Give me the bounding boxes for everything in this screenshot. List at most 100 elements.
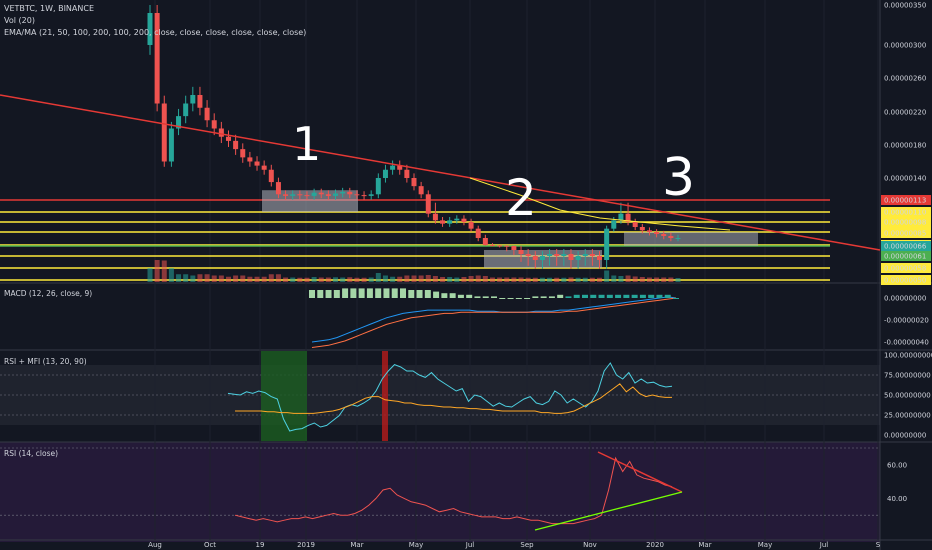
candle-body (275, 182, 281, 195)
macd-histogram-bar (408, 290, 415, 298)
macd-pane-title[interactable]: MACD (12, 26, close, 9) (4, 289, 92, 298)
candle-body (168, 128, 174, 162)
candle-body (589, 254, 595, 256)
candle-body (340, 191, 346, 194)
volume-bar (340, 277, 346, 282)
volume-bar (568, 277, 574, 282)
volume-bar (283, 277, 289, 282)
macd-histogram-bar (358, 288, 365, 298)
rsimfi-axis-label: 25.00000000 (884, 412, 931, 420)
volume-bar (411, 275, 417, 282)
macd-histogram-bar (383, 288, 390, 298)
candle-body (511, 246, 517, 250)
ema-ma-legend[interactable]: EMA/MA (21, 50, 100, 200, 100, 200, clos… (4, 28, 306, 37)
macd-histogram-bar (342, 288, 349, 298)
candle-body (525, 254, 531, 256)
candle-body (311, 192, 317, 196)
price-axis-label: 0.00000180 (884, 142, 926, 150)
volume-bar (218, 275, 224, 282)
volume-bar (261, 276, 267, 282)
annotation-number-3: 3 (662, 148, 695, 208)
volume-bar (482, 276, 488, 282)
price-axis-label: 0.00000350 (884, 2, 926, 10)
macd-histogram-bar (391, 288, 398, 298)
volume-bar (511, 277, 517, 282)
annotation-number-1: 1 (292, 117, 321, 171)
volume-bar (240, 275, 246, 282)
symbol-legend[interactable]: VETBTC, 1W, BINANCE (4, 4, 94, 13)
candle-body (497, 245, 503, 247)
macd-histogram-bar (656, 294, 663, 298)
candle-body (440, 220, 446, 224)
rsi-pane-title[interactable]: RSI (14, close) (4, 449, 58, 458)
macd-histogram-bar (457, 294, 464, 298)
volume-bar (161, 260, 167, 282)
macd-histogram-bar (590, 294, 597, 298)
volume-bar (147, 268, 153, 282)
macd-histogram-bar (441, 293, 448, 298)
volume-bar (454, 277, 460, 282)
rsimfi-pane-title[interactable]: RSI + MFI (13, 20, 90) (4, 357, 87, 366)
rsimfi-axis-label: 50.00000000 (884, 392, 931, 400)
macd-histogram-bar (350, 288, 357, 298)
candle-body (254, 161, 260, 166)
time-axis-label: 2020 (646, 541, 664, 549)
candle-body (661, 234, 667, 236)
volume-bar (475, 275, 481, 282)
candle-body (225, 136, 231, 141)
candle-body (532, 256, 538, 260)
candle-body (504, 245, 510, 247)
macd-histogram-bar (573, 294, 580, 298)
volume-bar (268, 274, 274, 282)
rsi-pane-background (0, 442, 880, 542)
volume-bar (211, 275, 217, 282)
candle-body (368, 194, 374, 196)
candle-body (447, 220, 453, 224)
volume-bar (404, 275, 410, 282)
macd-histogram-bar (309, 290, 315, 298)
candle-body (639, 227, 645, 231)
volume-bar (418, 275, 424, 282)
volume-bar (554, 277, 560, 282)
volume-bar (397, 276, 403, 282)
macd-histogram-bar (424, 290, 431, 298)
candle-body (539, 256, 545, 260)
price-axis-label: 0.00000061 (884, 253, 926, 261)
volume-bar (382, 275, 388, 282)
macd-histogram-bar (631, 294, 638, 298)
price-axis-label: 0.00000113 (884, 197, 926, 205)
candle-body (268, 169, 274, 183)
candle-body (233, 140, 239, 150)
candle-body (318, 192, 324, 195)
macd-histogram-bar (466, 294, 473, 298)
volume-bar (432, 276, 438, 282)
macd-histogram-bar (648, 294, 655, 298)
volume-bar (539, 277, 545, 282)
macd-histogram-bar (615, 294, 622, 298)
volume-bar (618, 276, 624, 282)
macd-histogram-bar (333, 290, 340, 298)
volume-bar (354, 277, 360, 282)
volume-bar (361, 277, 367, 282)
candle-body (475, 228, 481, 238)
chart-canvas[interactable]: 0.00000350 0.00000300 0.00000260 0.00000220… (0, 0, 932, 550)
volume-bar (325, 277, 331, 282)
price-axis-label: 0.00000066 (884, 243, 927, 251)
candle-body (190, 95, 196, 104)
macd-histogram-bar (524, 298, 531, 299)
price-axis-label: 0.00000300 (884, 42, 926, 50)
volume-bar (582, 277, 588, 282)
rsi-axis-label: 40.00 (887, 495, 907, 503)
volume-legend[interactable]: Vol (20) (4, 16, 35, 25)
candle-body (297, 194, 303, 196)
candle-body (183, 103, 189, 117)
candle-body (568, 254, 574, 260)
candle-body (547, 254, 553, 256)
volume-bar (183, 274, 189, 282)
volume-bar (611, 275, 617, 282)
price-axis[interactable]: 0.00000350 0.00000300 0.00000260 0.00000220… (881, 2, 932, 503)
macd-histogram-bar (623, 294, 630, 298)
candle-body (290, 194, 296, 196)
candle-body (554, 254, 560, 256)
time-axis-label: Nov (583, 541, 597, 549)
